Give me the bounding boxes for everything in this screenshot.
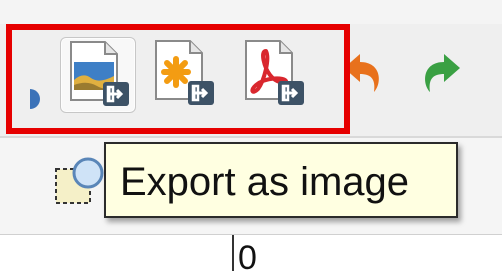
ruler: 0 <box>0 234 502 271</box>
partial-tool-button[interactable] <box>0 84 40 114</box>
export-image-icon <box>70 41 129 106</box>
window-top-strip <box>0 0 502 24</box>
undo-icon <box>344 54 379 92</box>
partial-tool-icon <box>30 89 40 109</box>
zoom-selection-icon <box>55 157 104 204</box>
zoom-tool-button[interactable] <box>52 155 112 209</box>
redo-icon <box>425 54 460 92</box>
ruler-label: 0 <box>238 239 257 271</box>
export-pdf-button[interactable] <box>236 37 310 111</box>
app-window: Export as image 0 <box>0 0 502 271</box>
export-svg-button[interactable] <box>146 37 220 111</box>
export-image-button[interactable] <box>60 37 136 113</box>
export-pdf-icon <box>245 40 304 105</box>
ruler-tick <box>232 235 234 271</box>
tooltip: Export as image <box>104 142 458 218</box>
redo-button[interactable] <box>412 44 468 104</box>
tooltip-text: Export as image <box>120 160 410 204</box>
export-svg-icon <box>155 40 214 105</box>
undo-button[interactable] <box>336 44 392 104</box>
